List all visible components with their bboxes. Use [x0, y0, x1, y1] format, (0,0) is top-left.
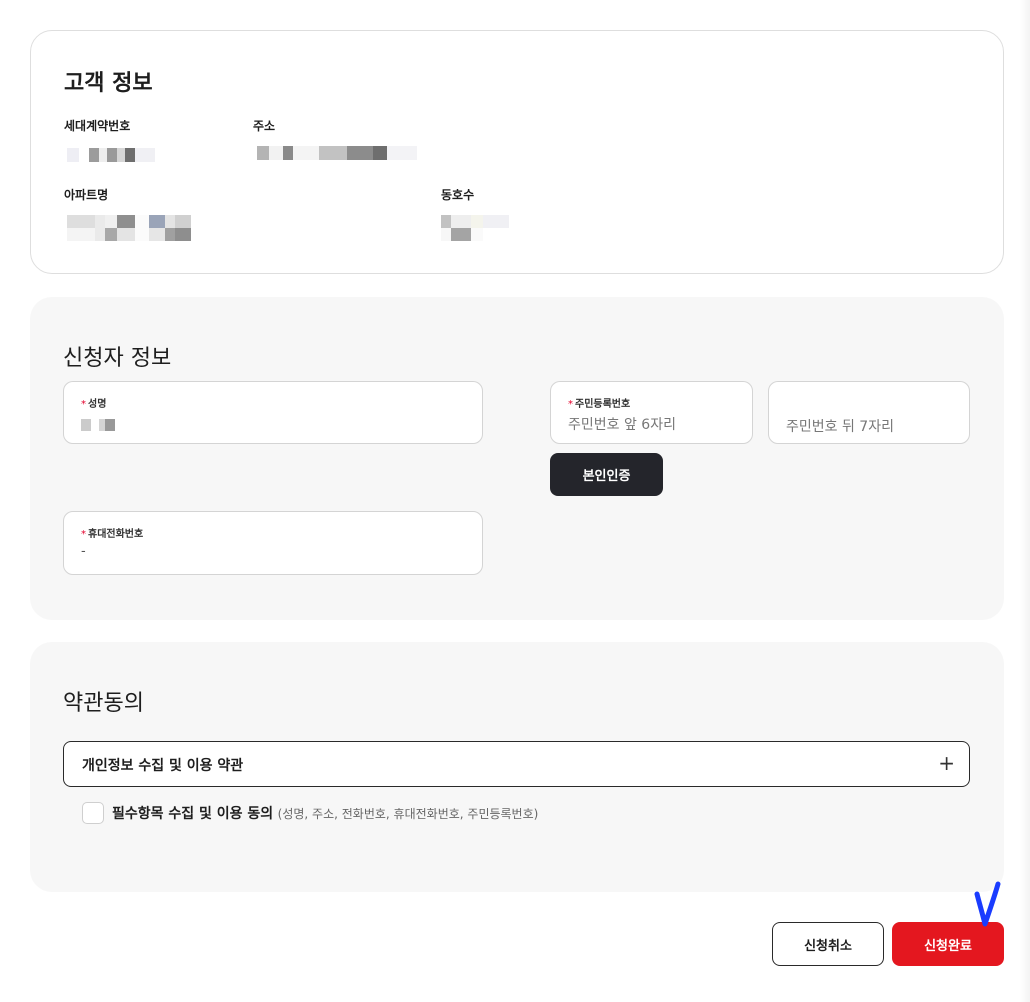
plus-icon[interactable]: + — [938, 752, 955, 774]
mobile-phone-value: - — [81, 544, 86, 559]
address-value-masked — [257, 146, 417, 160]
privacy-terms-accordion[interactable]: 개인정보 수집 및 이용 약관 + — [63, 741, 970, 787]
rrn-back-field[interactable]: 주민번호 뒤 7자리 — [768, 381, 970, 444]
privacy-terms-accordion-label: 개인정보 수집 및 이용 약관 — [82, 758, 244, 774]
mobile-phone-field-label: * 휴대전화번호 — [81, 525, 143, 540]
mobile-phone-field[interactable]: * 휴대전화번호 - — [63, 511, 483, 575]
checkmark-annotation-icon — [974, 881, 1001, 927]
required-mark: * — [81, 529, 86, 540]
apartment-name-label: 아파트명 — [64, 188, 109, 202]
page-edge-shadow — [1020, 0, 1030, 1002]
required-consent-label[interactable]: 필수항목 수집 및 이용 동의 (성명, 주소, 전화번호, 휴대전화번호, 주… — [112, 803, 538, 823]
customer-info-title: 고객 정보 — [64, 71, 153, 96]
rrn-front-field[interactable]: * 주민등록번호 주민번호 앞 6자리 — [550, 381, 753, 444]
unit-no-value-masked — [441, 215, 509, 241]
household-contract-no-label: 세대계약번호 — [64, 119, 131, 133]
name-label-text: 성명 — [88, 399, 107, 410]
customer-info-card: 고객 정보 세대계약번호 주소 아파트명 동호수 — [30, 30, 1004, 274]
household-contract-no-value-masked — [67, 148, 155, 162]
applicant-info-title: 신청자 정보 — [63, 346, 172, 371]
name-value-masked — [81, 419, 115, 431]
required-consent-checkbox[interactable] — [82, 802, 104, 824]
required-mark: * — [81, 399, 86, 410]
name-field-label: * 성명 — [81, 395, 106, 410]
name-field[interactable]: * 성명 — [63, 381, 483, 444]
cancel-application-button[interactable]: 신청취소 — [772, 922, 884, 966]
terms-title: 약관동의 — [63, 691, 144, 716]
address-label: 주소 — [253, 119, 276, 133]
rrn-label-text: 주민등록번호 — [575, 399, 631, 410]
rrn-back-placeholder: 주민번호 뒤 7자리 — [786, 419, 894, 435]
required-mark: * — [568, 399, 573, 410]
required-consent-label-text: 필수항목 수집 및 이용 동의 — [112, 806, 274, 822]
rrn-front-placeholder: 주민번호 앞 6자리 — [568, 417, 676, 433]
rrn-field-label: * 주민등록번호 — [568, 395, 630, 410]
mobile-phone-label-text: 휴대전화번호 — [88, 529, 144, 540]
unit-no-label: 동호수 — [441, 188, 475, 202]
required-consent-detail: (성명, 주소, 전화번호, 휴대전화번호, 주민등록번호) — [277, 807, 539, 821]
apartment-name-value-masked — [67, 215, 191, 241]
identity-verification-button[interactable]: 본인인증 — [550, 453, 663, 496]
